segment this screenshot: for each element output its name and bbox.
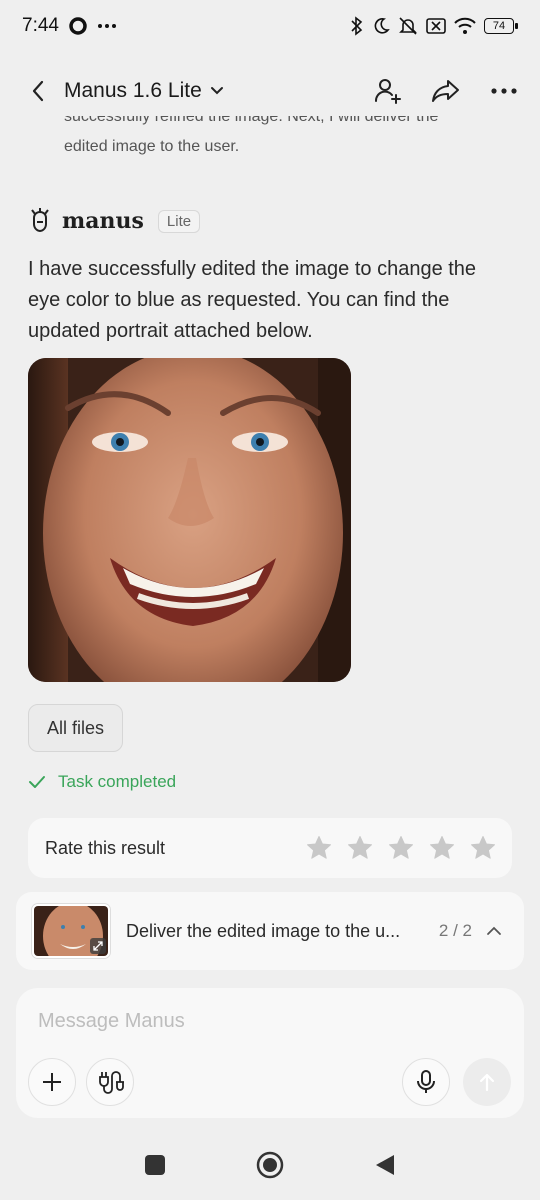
plus-icon	[43, 1073, 61, 1091]
recents-icon[interactable]	[144, 1154, 166, 1176]
lite-badge: Lite	[157, 209, 201, 233]
moon-icon	[374, 18, 390, 34]
header: Manus 1.6 Lite	[0, 64, 540, 118]
mute-icon	[399, 17, 417, 35]
voice-button[interactable]	[402, 1058, 450, 1106]
status-time: 7:44	[22, 15, 59, 36]
battery-icon: 74	[484, 18, 518, 34]
star-3-icon[interactable]	[388, 835, 414, 861]
task-completed-label: Task completed	[58, 772, 177, 791]
star-4-icon[interactable]	[429, 835, 455, 861]
message-input[interactable]	[38, 1006, 498, 1036]
status-bar: 7:44 74	[0, 0, 540, 52]
share-button[interactable]	[430, 75, 462, 107]
model-selector[interactable]: Manus 1.6 Lite	[64, 79, 224, 103]
more-dots-icon	[97, 24, 116, 28]
previous-step-text: successfully refined the image. Next, I …	[64, 116, 504, 166]
arrow-up-icon	[479, 1073, 495, 1092]
star-5-icon[interactable]	[470, 835, 496, 861]
connectors-button[interactable]	[86, 1058, 134, 1106]
battery-level: 74	[492, 20, 506, 32]
home-icon[interactable]	[256, 1151, 284, 1179]
task-step-count: 2 / 2	[438, 921, 472, 940]
add-user-button[interactable]	[372, 75, 404, 107]
portrait-drawing	[28, 358, 351, 682]
previous-step-line-2: edited image to the user.	[64, 138, 240, 155]
add-user-icon	[374, 79, 401, 104]
rating-label: Rate this result	[45, 837, 166, 858]
bluetooth-icon	[351, 16, 363, 36]
star-1-icon[interactable]	[306, 835, 332, 861]
check-icon	[29, 776, 45, 788]
task-completed-status: Task completed	[28, 772, 176, 792]
manus-logo-icon	[31, 208, 49, 233]
more-button[interactable]	[488, 75, 520, 107]
microphone-icon	[417, 1070, 435, 1093]
wifi-icon	[454, 17, 476, 34]
status-right: 74	[350, 16, 518, 36]
assistant-message: I have successfully edited the image to …	[28, 258, 477, 342]
task-thumbnail[interactable]	[32, 904, 110, 958]
task-progress-card[interactable]: Deliver the edited image to the u... 2 /…	[16, 892, 524, 970]
record-icon	[69, 17, 87, 35]
task-title: Deliver the edited image to the u...	[126, 920, 401, 941]
chevron-up-icon[interactable]	[484, 921, 504, 941]
sim-icon	[426, 18, 446, 34]
all-files-button[interactable]: All files	[28, 704, 123, 752]
edited-portrait-image[interactable]	[28, 358, 351, 682]
share-icon	[432, 80, 459, 102]
agent-name: manus	[62, 208, 144, 234]
status-left: 7:44	[22, 15, 117, 37]
connector-icon	[99, 1071, 124, 1094]
system-nav-bar	[0, 1130, 540, 1200]
add-button[interactable]	[28, 1058, 76, 1106]
rating-card: Rate this result	[28, 818, 512, 878]
message-composer	[16, 988, 524, 1118]
back-icon	[32, 80, 44, 102]
send-button[interactable]	[463, 1058, 511, 1106]
header-actions	[372, 75, 520, 107]
back-button[interactable]	[24, 77, 52, 105]
chevron-down-icon	[210, 87, 223, 95]
page-title: Manus 1.6 Lite	[64, 79, 202, 102]
rating-stars	[306, 835, 496, 861]
star-2-icon[interactable]	[347, 835, 373, 861]
previous-step-line-1: successfully refined the image. Next, I …	[64, 116, 439, 125]
expand-icon[interactable]	[90, 938, 106, 954]
agent-header: manus Lite	[28, 208, 201, 234]
back-nav-icon[interactable]	[374, 1153, 396, 1177]
more-icon	[491, 88, 517, 94]
